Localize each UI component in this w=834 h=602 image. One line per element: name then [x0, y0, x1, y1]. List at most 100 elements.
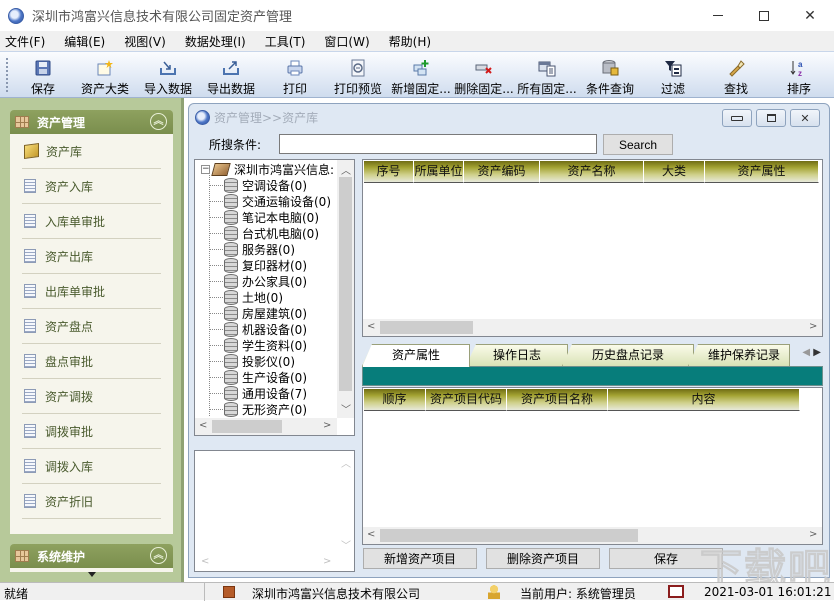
delete-asset-button[interactable]: 删除固定...	[453, 54, 515, 96]
tree-node-category[interactable]: 土地(0)	[224, 289, 283, 305]
detail-text-panel[interactable]: ︿ ﹀ < >	[194, 450, 355, 572]
tree-node-category[interactable]: 通用设备(7)	[224, 385, 307, 401]
tree-node-category[interactable]: 学生资料(0)	[224, 337, 307, 353]
sidebar-item-asset-inbound[interactable]: 资产入库	[22, 169, 161, 204]
collapse-icon[interactable]: ︽	[150, 547, 167, 564]
search-input[interactable]	[279, 134, 597, 154]
tree-node-category[interactable]: 生产设备(0)	[224, 369, 307, 385]
scroll-down-icon[interactable]	[88, 572, 96, 577]
close-button[interactable]: ✕	[787, 0, 833, 31]
all-assets-button[interactable]: 所有固定...	[516, 54, 578, 96]
menu-data-processing[interactable]: 数据处理(I)	[185, 33, 246, 50]
maximize-button[interactable]	[741, 0, 787, 31]
collapse-icon[interactable]: ︽	[150, 113, 167, 130]
minimize-button[interactable]	[695, 0, 741, 31]
menu-tools[interactable]: 工具(T)	[265, 33, 306, 50]
delete-asset-item-button[interactable]: 删除资产项目	[486, 548, 600, 569]
scroll-down-icon[interactable]: ﹀	[341, 537, 351, 552]
tree-node-category[interactable]: 交通运输设备(0)	[224, 193, 331, 209]
sidebar-item-asset-depreciation[interactable]: 资产折旧	[22, 484, 161, 519]
column-header-item-name[interactable]: 资产项目名称	[507, 389, 608, 411]
sidebar-item-inventory-approval[interactable]: 盘点审批	[22, 344, 161, 379]
scroll-down-icon[interactable]: ﹀	[341, 401, 351, 416]
sidebar-item-asset-outbound[interactable]: 资产出库	[22, 239, 161, 274]
scroll-up-icon[interactable]: ︿	[341, 455, 351, 470]
sidebar-item-transfer-inbound[interactable]: 调拨入库	[22, 449, 161, 484]
tab-inventory-history[interactable]: 历史盘点记录	[562, 344, 694, 366]
child-restore-button[interactable]	[756, 109, 786, 127]
scroll-left-icon[interactable]: <	[199, 420, 207, 431]
scroll-thumb[interactable]	[380, 321, 473, 334]
tab-scroll-left-icon[interactable]: ◀	[802, 347, 810, 358]
asset-management-header[interactable]: 资产管理 ︽	[10, 110, 173, 134]
scroll-right-icon[interactable]: >	[809, 321, 817, 332]
tree-node-category[interactable]: 服务器(0)	[224, 241, 295, 257]
column-header-index[interactable]: 序号	[364, 161, 414, 183]
scroll-right-icon[interactable]: >	[323, 556, 331, 567]
scroll-thumb[interactable]	[212, 420, 282, 433]
column-header-unit[interactable]: 所属单位	[414, 161, 464, 183]
tree-node-category[interactable]: 投影仪(0)	[224, 353, 295, 369]
asset-category-button[interactable]: 资产大类	[74, 54, 136, 96]
export-data-button[interactable]: 导出数据	[200, 54, 262, 96]
tree-node-category[interactable]: 笔记本电脑(0)	[224, 209, 319, 225]
search-button[interactable]: Search	[603, 134, 673, 155]
menu-view[interactable]: 视图(V)	[124, 33, 166, 50]
scroll-left-icon[interactable]: <	[367, 321, 375, 332]
add-asset-button[interactable]: 新增固定...	[390, 54, 452, 96]
tree-node-category[interactable]: 台式机电脑(0)	[224, 225, 319, 241]
scroll-left-icon[interactable]: <	[201, 556, 209, 567]
tree-node-category[interactable]: 机器设备(0)	[224, 321, 307, 337]
tree-node-category[interactable]: 无形资产(0)	[224, 401, 307, 417]
asset-table-horizontal-scrollbar[interactable]: < >	[363, 319, 822, 336]
scroll-thumb[interactable]	[380, 529, 638, 542]
tree-node-category[interactable]: 复印器材(0)	[224, 257, 307, 273]
scroll-thumb[interactable]	[339, 177, 352, 391]
scroll-up-icon[interactable]: ︿	[341, 162, 351, 177]
vertical-scrollbar[interactable]: ︿ ﹀	[337, 451, 354, 554]
tree-horizontal-scrollbar[interactable]: < >	[195, 418, 337, 435]
menu-edit[interactable]: 编辑(E)	[64, 33, 105, 50]
print-preview-button[interactable]: 打印预览	[327, 54, 389, 96]
sidebar-item-transfer-approval[interactable]: 调拨审批	[22, 414, 161, 449]
child-close-button[interactable]: ✕	[790, 109, 820, 127]
system-maintenance-header[interactable]: 系统维护 ︽	[10, 544, 173, 568]
column-header-asset-code[interactable]: 资产编码	[464, 161, 540, 183]
scroll-right-icon[interactable]: >	[323, 420, 331, 431]
column-header-item-code[interactable]: 资产项目代码	[426, 389, 507, 411]
sidebar-item-asset-transfer[interactable]: 资产调拨	[22, 379, 161, 414]
sidebar-item-inbound-approval[interactable]: 入库单审批	[22, 204, 161, 239]
print-button[interactable]: 打印	[264, 54, 326, 96]
find-button[interactable]: 查找	[705, 54, 767, 96]
child-minimize-button[interactable]	[722, 109, 752, 127]
column-header-asset-name[interactable]: 资产名称	[540, 161, 644, 183]
tab-scroll-right-icon[interactable]: ▶	[813, 347, 821, 358]
sidebar-item-asset-inventory[interactable]: 资产盘点	[22, 309, 161, 344]
menu-help[interactable]: 帮助(H)	[389, 33, 431, 50]
sidebar-item-outbound-approval[interactable]: 出库单审批	[22, 274, 161, 309]
tree-node-category[interactable]: 办公家具(0)	[224, 273, 307, 289]
tree-node-root[interactable]: − 深圳市鸿富兴信息:	[201, 161, 334, 177]
tab-asset-attributes[interactable]: 资产属性	[362, 344, 470, 367]
menu-file[interactable]: 文件(F)	[5, 33, 45, 50]
tab-operation-log[interactable]: 操作日志	[466, 344, 568, 366]
column-header-content[interactable]: 内容	[608, 389, 800, 411]
collapse-tree-icon[interactable]: −	[201, 164, 210, 174]
tree-node-category[interactable]: 空调设备(0)	[224, 177, 307, 193]
sidebar-item-asset-library[interactable]: 资产库	[22, 134, 161, 169]
tree-node-category[interactable]: 房屋建筑(0)	[224, 305, 307, 321]
import-data-button[interactable]: 导入数据	[137, 54, 199, 96]
menu-window[interactable]: 窗口(W)	[324, 33, 369, 50]
conditional-query-button[interactable]: 条件查询	[579, 54, 641, 96]
column-header-asset-attribute[interactable]: 资产属性	[705, 161, 819, 183]
column-header-category[interactable]: 大类	[644, 161, 705, 183]
sort-button[interactable]: az 排序	[768, 54, 830, 96]
save-button[interactable]: 保存	[12, 54, 74, 96]
tab-scroll-arrows[interactable]: ◀ ▶	[802, 347, 821, 358]
tab-maintenance-records[interactable]: 维护保养记录	[688, 344, 790, 366]
tree-vertical-scrollbar[interactable]: ︿ ﹀	[337, 160, 354, 418]
horizontal-scrollbar[interactable]: < >	[195, 554, 337, 571]
add-asset-item-button[interactable]: 新增资产项目	[363, 548, 477, 569]
column-header-order[interactable]: 顺序	[364, 389, 426, 411]
filter-button[interactable]: 过滤	[642, 54, 704, 96]
